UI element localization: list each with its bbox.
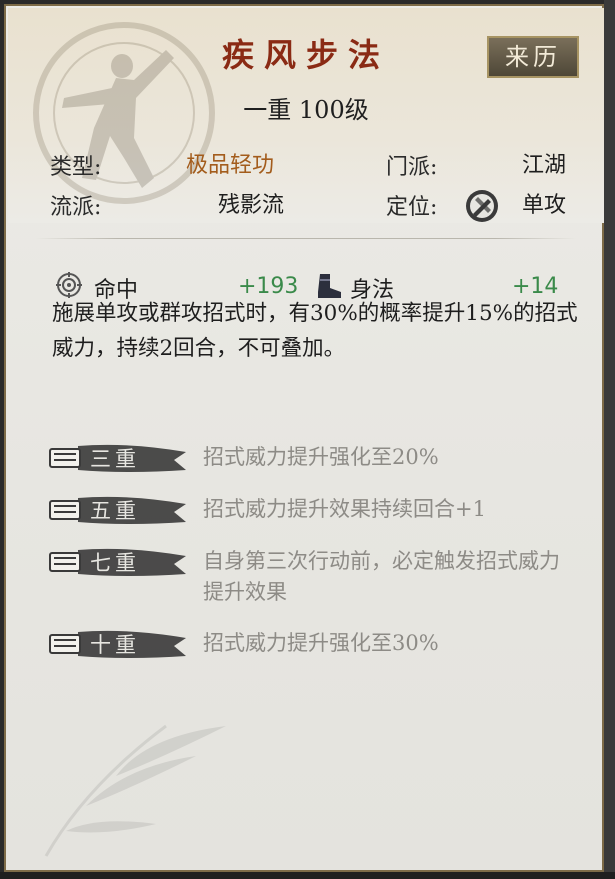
skill-detail-card: 疾风步法 来历 一重 100级 类型: 极品轻功 门派: 江湖 流派: 残影流 … <box>4 4 604 872</box>
tier-text: 招式威力提升强化至30% <box>203 631 439 655</box>
role-value: 单攻 <box>522 193 567 218</box>
divider <box>36 238 576 239</box>
school-label: 流派: <box>50 195 102 220</box>
school-value: 残影流 <box>218 193 285 218</box>
tier-badge: 五重 <box>48 492 188 528</box>
tier-label: 十重 <box>90 633 140 657</box>
history-button[interactable]: 来历 <box>487 36 579 78</box>
tier-text: 自身第三次行动前，必定触发招式威力提升效果 <box>203 549 560 604</box>
single-attack-icon <box>466 190 498 222</box>
bamboo-decoration-icon <box>44 724 226 857</box>
tier-label: 三重 <box>90 447 140 471</box>
tier-text: 招式威力提升强化至20% <box>203 445 439 469</box>
type-label: 类型: <box>50 155 102 180</box>
tier-label: 五重 <box>90 499 140 523</box>
tier-text: 招式威力提升效果持续回合+1 <box>203 497 486 521</box>
skill-level: 一重 100级 <box>243 96 369 124</box>
tier-badge: 十重 <box>48 626 188 662</box>
background-edge-right <box>604 0 615 879</box>
tier-badge: 七重 <box>48 544 188 580</box>
type-value: 极品轻功 <box>186 153 275 178</box>
sect-label: 门派: <box>386 155 438 180</box>
sect-value: 江湖 <box>522 153 567 178</box>
tier-label: 七重 <box>90 551 140 575</box>
tier-badge: 三重 <box>48 440 188 476</box>
background-edge-bottom <box>0 872 615 879</box>
skill-description: 施展单攻或群攻招式时，有30%的概率提升15%的招式威力，持续2回合，不可叠加。 <box>52 301 578 361</box>
role-label: 定位: <box>386 195 438 220</box>
target-icon <box>56 272 82 298</box>
